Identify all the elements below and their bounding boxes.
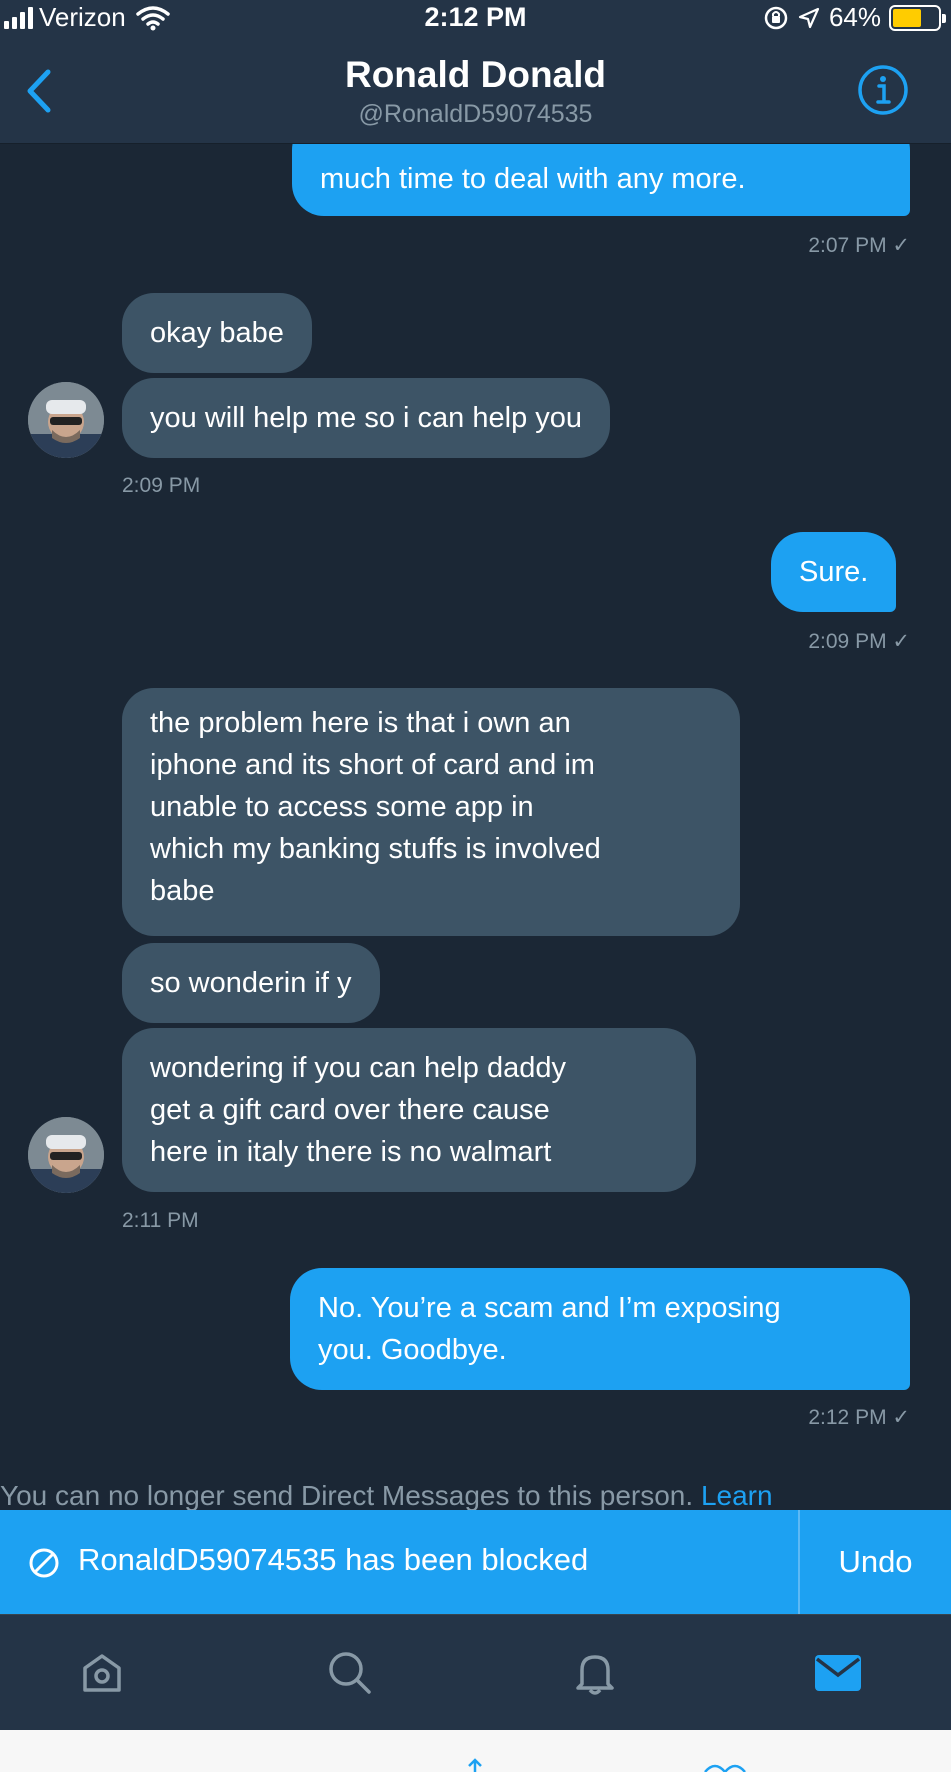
message-line: get a gift card over there cause <box>150 1094 550 1126</box>
battery-percent: 64% <box>828 2 881 32</box>
message-text: Sure. <box>799 556 869 588</box>
timestamp: 2:11 PM <box>122 1209 199 1232</box>
avatar[interactable] <box>28 1117 104 1193</box>
message-line: here in italy there is no walmart <box>150 1136 552 1168</box>
blocked-icon <box>29 1548 59 1578</box>
tab-notifications[interactable] <box>565 1643 625 1703</box>
timestamp: 2:09 PM ✓ <box>808 630 910 653</box>
tab-messages[interactable] <box>808 1643 868 1703</box>
avatar-photo <box>28 382 104 458</box>
battery-icon <box>889 4 946 31</box>
blocked-notice: You can no longer send Direct Messages t… <box>0 1480 951 1510</box>
orientation-lock-icon <box>764 6 788 29</box>
conversation[interactable]: much time to deal with any more. 2:07 PM… <box>0 0 951 1510</box>
timestamp: 2:12 PM ✓ <box>808 1406 910 1429</box>
share-icon[interactable] <box>455 1758 495 1772</box>
tabs-icon[interactable] <box>700 1758 760 1772</box>
message-outgoing[interactable]: No. You’re a scam and I’m exposing you. … <box>290 1268 910 1390</box>
message-text: so wonderin if y <box>150 967 352 999</box>
message-incoming[interactable]: okay babe <box>122 293 312 373</box>
battery-level <box>893 8 922 27</box>
location-icon <box>798 7 820 28</box>
timestamp: 2:09 PM <box>122 474 201 497</box>
status-bar: Verizon 2:12 PM 64% <box>0 0 951 38</box>
avatar-photo <box>28 1117 104 1193</box>
message-text: okay babe <box>150 317 284 349</box>
safari-toolbar-strip <box>0 1730 951 1772</box>
conversation-header: Ronald Donald @RonaldD59074535 <box>0 38 951 144</box>
notifications-icon <box>576 1655 614 1695</box>
message-outgoing[interactable]: Sure. <box>771 532 897 612</box>
tab-search[interactable] <box>320 1643 380 1703</box>
message-text: much time to deal with any more. <box>320 163 746 195</box>
learn-more-link[interactable]: Learn <box>701 1480 773 1510</box>
status-right: 64% <box>763 2 946 33</box>
messages-icon <box>815 1655 861 1691</box>
search-icon <box>329 1652 371 1694</box>
contact-handle: @RonaldD59074535 <box>358 100 593 128</box>
message-line: iphone and its short of card and im <box>150 749 595 781</box>
message-incoming[interactable]: so wonderin if y <box>122 943 380 1023</box>
message-incoming[interactable]: wondering if you can help daddy get a gi… <box>122 1028 696 1192</box>
message-incoming[interactable]: you will help me so i can help you <box>122 378 611 458</box>
home-icon <box>83 1654 121 1692</box>
message-line: wondering if you can help daddy <box>150 1052 566 1084</box>
avatar[interactable] <box>28 382 104 458</box>
undo-button[interactable]: Undo <box>800 1510 951 1614</box>
message-line: No. You’re a scam and I’m exposing <box>318 1292 781 1324</box>
blocked-notice-text: You can no longer send Direct Messages t… <box>0 1480 694 1510</box>
blocked-banner: RonaldD59074535 has been blocked Undo <box>0 1510 951 1614</box>
message-line: the problem here is that i own an <box>150 707 571 739</box>
message-incoming[interactable]: the problem here is that i own an iphone… <box>122 688 740 936</box>
message-text: you will help me so i can help you <box>150 402 583 434</box>
tab-home[interactable] <box>72 1643 132 1703</box>
message-line: which my banking stuffs is involved <box>150 833 601 865</box>
message-line: babe <box>150 875 215 907</box>
timestamp: 2:07 PM ✓ <box>808 234 910 257</box>
tab-bar <box>0 1614 951 1730</box>
info-icon[interactable] <box>857 64 909 116</box>
blocked-message: RonaldD59074535 has been blocked <box>78 1542 589 1577</box>
message-line: you. Goodbye. <box>318 1334 507 1366</box>
contact-name: Ronald Donald <box>344 54 607 95</box>
message-line: unable to access some app in <box>150 791 534 823</box>
